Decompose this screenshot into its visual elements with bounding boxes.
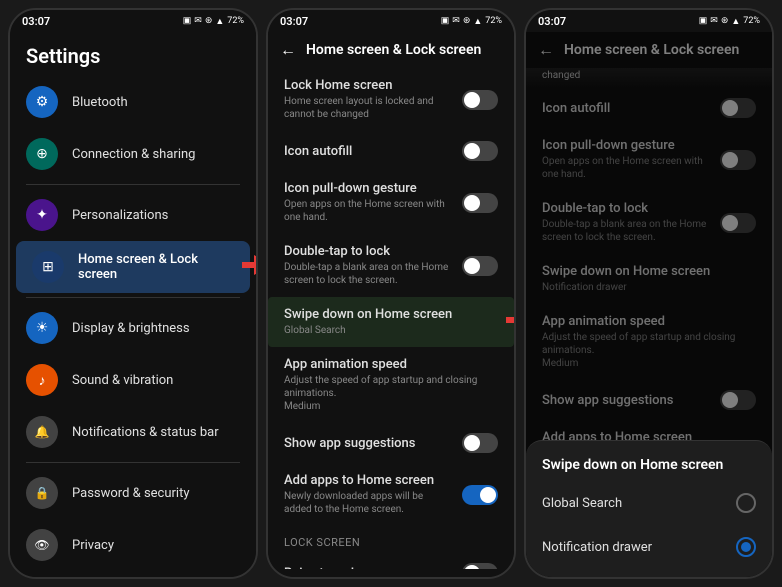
connection-label: Connection & sharing: [72, 147, 195, 162]
add-apps-label: Add apps to Home screen: [284, 473, 452, 488]
connection-icon: ⊕: [26, 138, 58, 170]
divider-2: [26, 297, 240, 298]
time-2: 03:07: [280, 15, 308, 28]
password-icon: 🔒: [26, 477, 58, 509]
pull-down-sub: Open apps on the Home screen with one ha…: [284, 198, 452, 224]
double-tap-lock-sub: Double-tap a blank area on the Home scre…: [284, 261, 452, 287]
bottom-sheet: Swipe down on Home screen Global Search …: [526, 440, 772, 577]
icon-autofill-label: Icon autofill: [284, 144, 452, 159]
status-icons-3: ▣ ✉ ⊛ ▲ 72%: [699, 16, 760, 27]
status-bar-1: 03:07 ▣ ✉ ⊛ ▲ 72%: [10, 10, 256, 32]
homescreen-label: Home screen & Lock screen: [78, 252, 234, 282]
raise-wake-label: Raise to wake: [284, 566, 452, 570]
password-label: Password & security: [72, 486, 190, 501]
detail-app-animation[interactable]: App animation speed Adjust the speed of …: [268, 347, 514, 423]
status-bar-2: 03:07 ▣ ✉ ⊛ ▲ 72%: [268, 10, 514, 32]
personalization-icon: ✦: [26, 199, 58, 231]
notifications-label: Notifications & status bar: [72, 425, 219, 440]
global-search-radio[interactable]: [736, 493, 756, 513]
global-search-label: Global Search: [542, 496, 622, 511]
detail-lock-home[interactable]: Lock Home screen Home screen layout is l…: [268, 68, 514, 131]
divider-3: [26, 462, 240, 463]
add-apps-toggle[interactable]: [462, 485, 498, 505]
settings-item-bluetooth[interactable]: ⚙ Bluetooth: [10, 76, 256, 128]
settings-header: Settings: [10, 32, 256, 76]
sound-label: Sound & vibration: [72, 373, 173, 388]
app-animation-label: App animation speed: [284, 357, 488, 372]
back-button-2[interactable]: ←: [280, 40, 296, 60]
lock-home-sub: Home screen layout is locked and cannot …: [284, 95, 452, 121]
status-bar-3: 03:07 ▣ ✉ ⊛ ▲ 72%: [526, 10, 772, 32]
phone-2: 03:07 ▣ ✉ ⊛ ▲ 72% ← Home screen & Lock s…: [266, 8, 516, 579]
pull-down-toggle[interactable]: [462, 193, 498, 213]
screen-3-content: ← Home screen & Lock screen changed Icon…: [526, 32, 772, 577]
screen-1-content: Settings ⚙ Bluetooth ⊕ Connection & shar…: [10, 32, 256, 577]
settings-item-privacy[interactable]: 👁 Privacy: [10, 519, 256, 571]
show-suggestions-toggle[interactable]: [462, 433, 498, 453]
double-tap-lock-label: Double-tap to lock: [284, 244, 452, 259]
display-label: Display & brightness: [72, 321, 190, 336]
detail-show-suggestions[interactable]: Show app suggestions: [268, 423, 514, 463]
settings-item-safety[interactable]: ⚠ Safety & emergency: [10, 571, 256, 577]
add-apps-sub: Newly downloaded apps will be added to t…: [284, 490, 452, 516]
bluetooth-icon: ⚙: [26, 86, 58, 118]
phone-3: 03:07 ▣ ✉ ⊛ ▲ 72% ← Home screen & Lock s…: [524, 8, 774, 579]
radio-notification-drawer[interactable]: Notification drawer: [526, 525, 772, 569]
phone-1: 03:07 ▣ ✉ ⊛ ▲ 72% Settings ⚙ Bluetooth ⊕…: [8, 8, 258, 579]
bluetooth-label: Bluetooth: [72, 95, 128, 110]
lock-screen-section: LOCK SCREEN: [268, 526, 514, 553]
time-1: 03:07: [22, 15, 50, 28]
detail-icon-autofill[interactable]: Icon autofill: [268, 131, 514, 171]
homescreen-icon: ⊞: [32, 251, 64, 283]
arrow-annotation-1: [242, 253, 256, 281]
bottom-sheet-title: Swipe down on Home screen: [526, 441, 772, 481]
settings-item-sound[interactable]: ♪ Sound & vibration: [10, 354, 256, 406]
detail-scroll-2: Lock Home screen Home screen layout is l…: [268, 68, 514, 569]
screen-2-content: ← Home screen & Lock screen Lock Home sc…: [268, 32, 514, 577]
swipe-down-sub: Global Search: [284, 324, 488, 337]
notification-drawer-radio[interactable]: [736, 537, 756, 557]
personalization-label: Personalizations: [72, 208, 168, 223]
privacy-icon: 👁: [26, 529, 58, 561]
settings-item-connection[interactable]: ⊕ Connection & sharing: [10, 128, 256, 180]
privacy-label: Privacy: [72, 538, 114, 553]
detail-pull-down[interactable]: Icon pull-down gesture Open apps on the …: [268, 171, 514, 234]
detail-raise-wake[interactable]: Raise to wake: [268, 553, 514, 569]
icon-autofill-toggle[interactable]: [462, 141, 498, 161]
detail-double-tap-lock[interactable]: Double-tap to lock Double-tap a blank ar…: [268, 234, 514, 297]
changed-label: changed: [526, 68, 772, 83]
pull-down-label: Icon pull-down gesture: [284, 181, 452, 196]
time-3: 03:07: [538, 15, 566, 28]
detail-title-2: Home screen & Lock screen: [306, 42, 481, 58]
detail-add-apps[interactable]: Add apps to Home screen Newly downloaded…: [268, 463, 514, 526]
status-icons-1: ▣ ✉ ⊛ ▲ 72%: [183, 16, 244, 27]
settings-item-personalization[interactable]: ✦ Personalizations: [10, 189, 256, 241]
lock-home-toggle[interactable]: [462, 90, 498, 110]
screenshot-container: 03:07 ▣ ✉ ⊛ ▲ 72% Settings ⚙ Bluetooth ⊕…: [0, 0, 782, 587]
lock-home-label: Lock Home screen: [284, 78, 452, 93]
settings-item-display[interactable]: ☀ Display & brightness: [10, 302, 256, 354]
show-suggestions-label: Show app suggestions: [284, 436, 452, 451]
sound-icon: ♪: [26, 364, 58, 396]
display-icon: ☀: [26, 312, 58, 344]
notifications-icon: 🔔: [26, 416, 58, 448]
settings-item-homescreen[interactable]: ⊞ Home screen & Lock screen: [16, 241, 250, 293]
raise-wake-toggle[interactable]: [462, 563, 498, 569]
settings-item-notifications[interactable]: 🔔 Notifications & status bar: [10, 406, 256, 458]
divider-1: [26, 184, 240, 185]
app-animation-sub: Adjust the speed of app startup and clos…: [284, 374, 488, 413]
fade-top-3: changed: [526, 68, 772, 88]
detail-header-2: ← Home screen & Lock screen: [268, 32, 514, 68]
radio-global-search[interactable]: Global Search: [526, 481, 772, 525]
detail-swipe-down[interactable]: Swipe down on Home screen Global Search: [268, 297, 514, 347]
swipe-down-label: Swipe down on Home screen: [284, 307, 488, 322]
status-icons-2: ▣ ✉ ⊛ ▲ 72%: [441, 16, 502, 27]
arrow-annotation-2: [506, 308, 514, 336]
settings-item-password[interactable]: 🔒 Password & security: [10, 467, 256, 519]
notification-drawer-label: Notification drawer: [542, 540, 652, 555]
double-tap-lock-toggle[interactable]: [462, 256, 498, 276]
